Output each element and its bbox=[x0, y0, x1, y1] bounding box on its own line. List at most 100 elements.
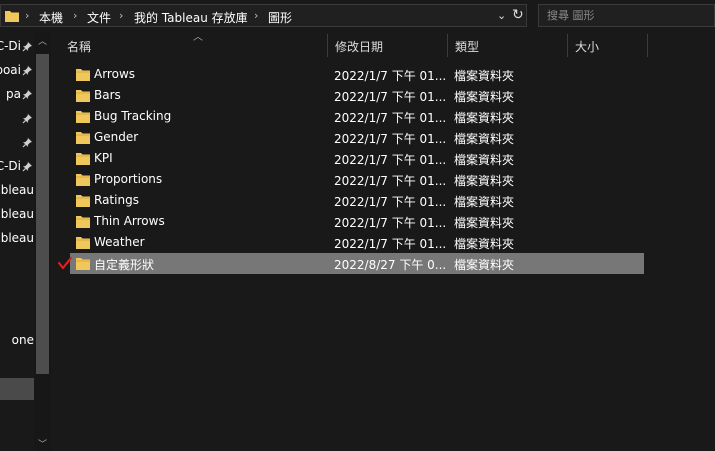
file-name: Thin Arrows bbox=[94, 214, 165, 228]
breadcrumb-item[interactable]: 圖形 bbox=[268, 9, 292, 26]
scroll-down-icon[interactable]: ﹀ bbox=[34, 437, 51, 450]
pin-icon bbox=[22, 138, 32, 148]
pin-icon bbox=[22, 42, 32, 52]
column-header-label: 名稱 bbox=[67, 40, 92, 54]
file-name: 自定義形狀 bbox=[94, 258, 155, 272]
folder-icon bbox=[76, 111, 90, 123]
nav-item-label: C-Di bbox=[0, 39, 21, 53]
file-name: Weather bbox=[94, 235, 145, 249]
pin-icon bbox=[22, 66, 32, 76]
file-row[interactable]: 自定義形狀 2022/8/27 下午 0... 檔案資料夾 bbox=[70, 253, 644, 274]
nav-item[interactable] bbox=[0, 108, 34, 130]
file-modified-date: 2022/1/7 下午 01... bbox=[334, 69, 447, 83]
chevron-down-icon[interactable]: ⌄ bbox=[497, 9, 506, 22]
breadcrumb-item[interactable]: 本機 bbox=[39, 9, 63, 26]
checkmark-icon bbox=[57, 256, 73, 270]
scrollbar-thumb[interactable] bbox=[36, 54, 49, 374]
column-header-name[interactable]: 名稱 bbox=[60, 32, 327, 58]
file-type: 檔案資料夾 bbox=[454, 90, 515, 104]
nav-scrollbar[interactable]: ︿ ﹀ bbox=[34, 32, 51, 451]
column-header-size[interactable]: 大小 bbox=[568, 32, 647, 58]
breadcrumb-item[interactable]: 文件 bbox=[87, 9, 111, 26]
file-row[interactable]: KPI 2022/1/7 下午 01... 檔案資料夾 bbox=[70, 148, 644, 169]
nav-item[interactable]: C-Di bbox=[0, 156, 34, 178]
folder-icon bbox=[5, 11, 19, 22]
file-modified-date: 2022/1/7 下午 01... bbox=[334, 132, 447, 146]
file-row[interactable]: Proportions 2022/1/7 下午 01... 檔案資料夾 bbox=[70, 169, 644, 190]
folder-icon bbox=[76, 237, 90, 249]
nav-item[interactable]: pa bbox=[0, 84, 34, 106]
nav-item-label: pa bbox=[6, 87, 21, 101]
search-input[interactable] bbox=[547, 7, 707, 24]
column-divider[interactable] bbox=[647, 34, 648, 57]
folder-icon bbox=[76, 216, 90, 228]
pin-icon bbox=[22, 162, 32, 172]
file-modified-date: 2022/1/7 下午 01... bbox=[334, 174, 447, 188]
file-type: 檔案資料夾 bbox=[454, 258, 515, 272]
folder-icon bbox=[76, 153, 90, 165]
column-header-type[interactable]: 類型 bbox=[448, 32, 567, 58]
scroll-up-icon[interactable]: ︿ bbox=[34, 34, 51, 47]
file-name: Arrows bbox=[94, 67, 136, 81]
folder-icon bbox=[76, 132, 90, 144]
file-modified-date: 2022/1/7 下午 01... bbox=[334, 90, 447, 104]
file-row[interactable]: Gender 2022/1/7 下午 01... 檔案資料夾 bbox=[70, 127, 644, 148]
file-row[interactable]: Bug Tracking 2022/1/7 下午 01... 檔案資料夾 bbox=[70, 106, 644, 127]
nav-item-label: ableau bbox=[0, 183, 34, 197]
file-modified-date: 2022/1/7 下午 01... bbox=[334, 111, 447, 125]
pin-icon bbox=[22, 114, 32, 124]
pin-icon bbox=[22, 90, 32, 100]
nav-item[interactable]: one bbox=[0, 330, 34, 352]
folder-icon bbox=[76, 90, 90, 102]
column-header-label: 類型 bbox=[455, 40, 480, 54]
nav-item-label: ableau bbox=[0, 231, 34, 245]
file-modified-date: 2022/1/7 下午 01... bbox=[334, 216, 447, 230]
nav-item-label: boai bbox=[0, 63, 21, 77]
file-modified-date: 2022/1/7 下午 01... bbox=[334, 237, 447, 251]
file-modified-date: 2022/8/27 下午 0... bbox=[334, 258, 447, 272]
chevron-right-icon: › bbox=[25, 9, 30, 22]
nav-item-label: ableau bbox=[0, 207, 34, 221]
nav-item[interactable]: ableau bbox=[0, 204, 34, 226]
file-row[interactable]: Bars 2022/1/7 下午 01... 檔案資料夾 bbox=[70, 85, 644, 106]
folder-icon bbox=[76, 174, 90, 186]
column-header-date[interactable]: 修改日期 bbox=[328, 32, 447, 58]
file-type: 檔案資料夾 bbox=[454, 216, 515, 230]
file-name: Ratings bbox=[94, 193, 139, 207]
navigation-pane: C-Di boai pa C-Di ableau ableau ableau one ︿ ﹀ bbox=[0, 32, 51, 451]
file-name: Proportions bbox=[94, 172, 163, 186]
file-row[interactable]: Weather 2022/1/7 下午 01... 檔案資料夾 bbox=[70, 232, 644, 253]
nav-item[interactable]: ableau bbox=[0, 180, 34, 202]
folder-icon bbox=[76, 69, 90, 81]
refresh-icon[interactable]: ↻ bbox=[512, 7, 524, 23]
file-name: Gender bbox=[94, 130, 139, 144]
folder-icon bbox=[76, 258, 90, 270]
file-type: 檔案資料夾 bbox=[454, 195, 515, 209]
nav-item[interactable]: ableau bbox=[0, 228, 34, 250]
column-header-label: 大小 bbox=[575, 40, 600, 54]
nav-item[interactable] bbox=[0, 132, 34, 154]
file-type: 檔案資料夾 bbox=[454, 237, 515, 251]
file-row[interactable]: Thin Arrows 2022/1/7 下午 01... 檔案資料夾 bbox=[70, 211, 644, 232]
chevron-right-icon: › bbox=[254, 9, 259, 22]
column-header-label: 修改日期 bbox=[335, 40, 384, 54]
folder-icon bbox=[76, 195, 90, 207]
file-name: Bars bbox=[94, 88, 121, 102]
file-row[interactable]: Arrows 2022/1/7 下午 01... 檔案資料夾 bbox=[70, 64, 644, 85]
file-list: Arrows 2022/1/7 下午 01... 檔案資料夾 Bars 2022/1/7… bbox=[60, 64, 715, 451]
nav-selected-highlight bbox=[0, 378, 34, 400]
file-modified-date: 2022/1/7 下午 01... bbox=[334, 195, 447, 209]
file-row[interactable]: Ratings 2022/1/7 下午 01... 檔案資料夾 bbox=[70, 190, 644, 211]
chevron-right-icon: › bbox=[119, 9, 124, 22]
column-headers: ︿ 名稱 修改日期 類型 大小 bbox=[60, 32, 715, 58]
nav-item-label: C-Di bbox=[0, 159, 21, 173]
address-bar[interactable]: › 本機 › 文件 › 我的 Tableau 存放庫 › 圖形 ⌄ ↻ bbox=[0, 4, 527, 27]
nav-item[interactable]: C-Di bbox=[0, 36, 34, 58]
file-name: Bug Tracking bbox=[94, 109, 172, 123]
breadcrumb-item[interactable]: 我的 Tableau 存放庫 bbox=[134, 9, 248, 26]
file-modified-date: 2022/1/7 下午 01... bbox=[334, 153, 447, 167]
search-box[interactable] bbox=[538, 4, 715, 27]
file-type: 檔案資料夾 bbox=[454, 132, 515, 146]
file-type: 檔案資料夾 bbox=[454, 153, 515, 167]
nav-item[interactable]: boai bbox=[0, 60, 34, 82]
